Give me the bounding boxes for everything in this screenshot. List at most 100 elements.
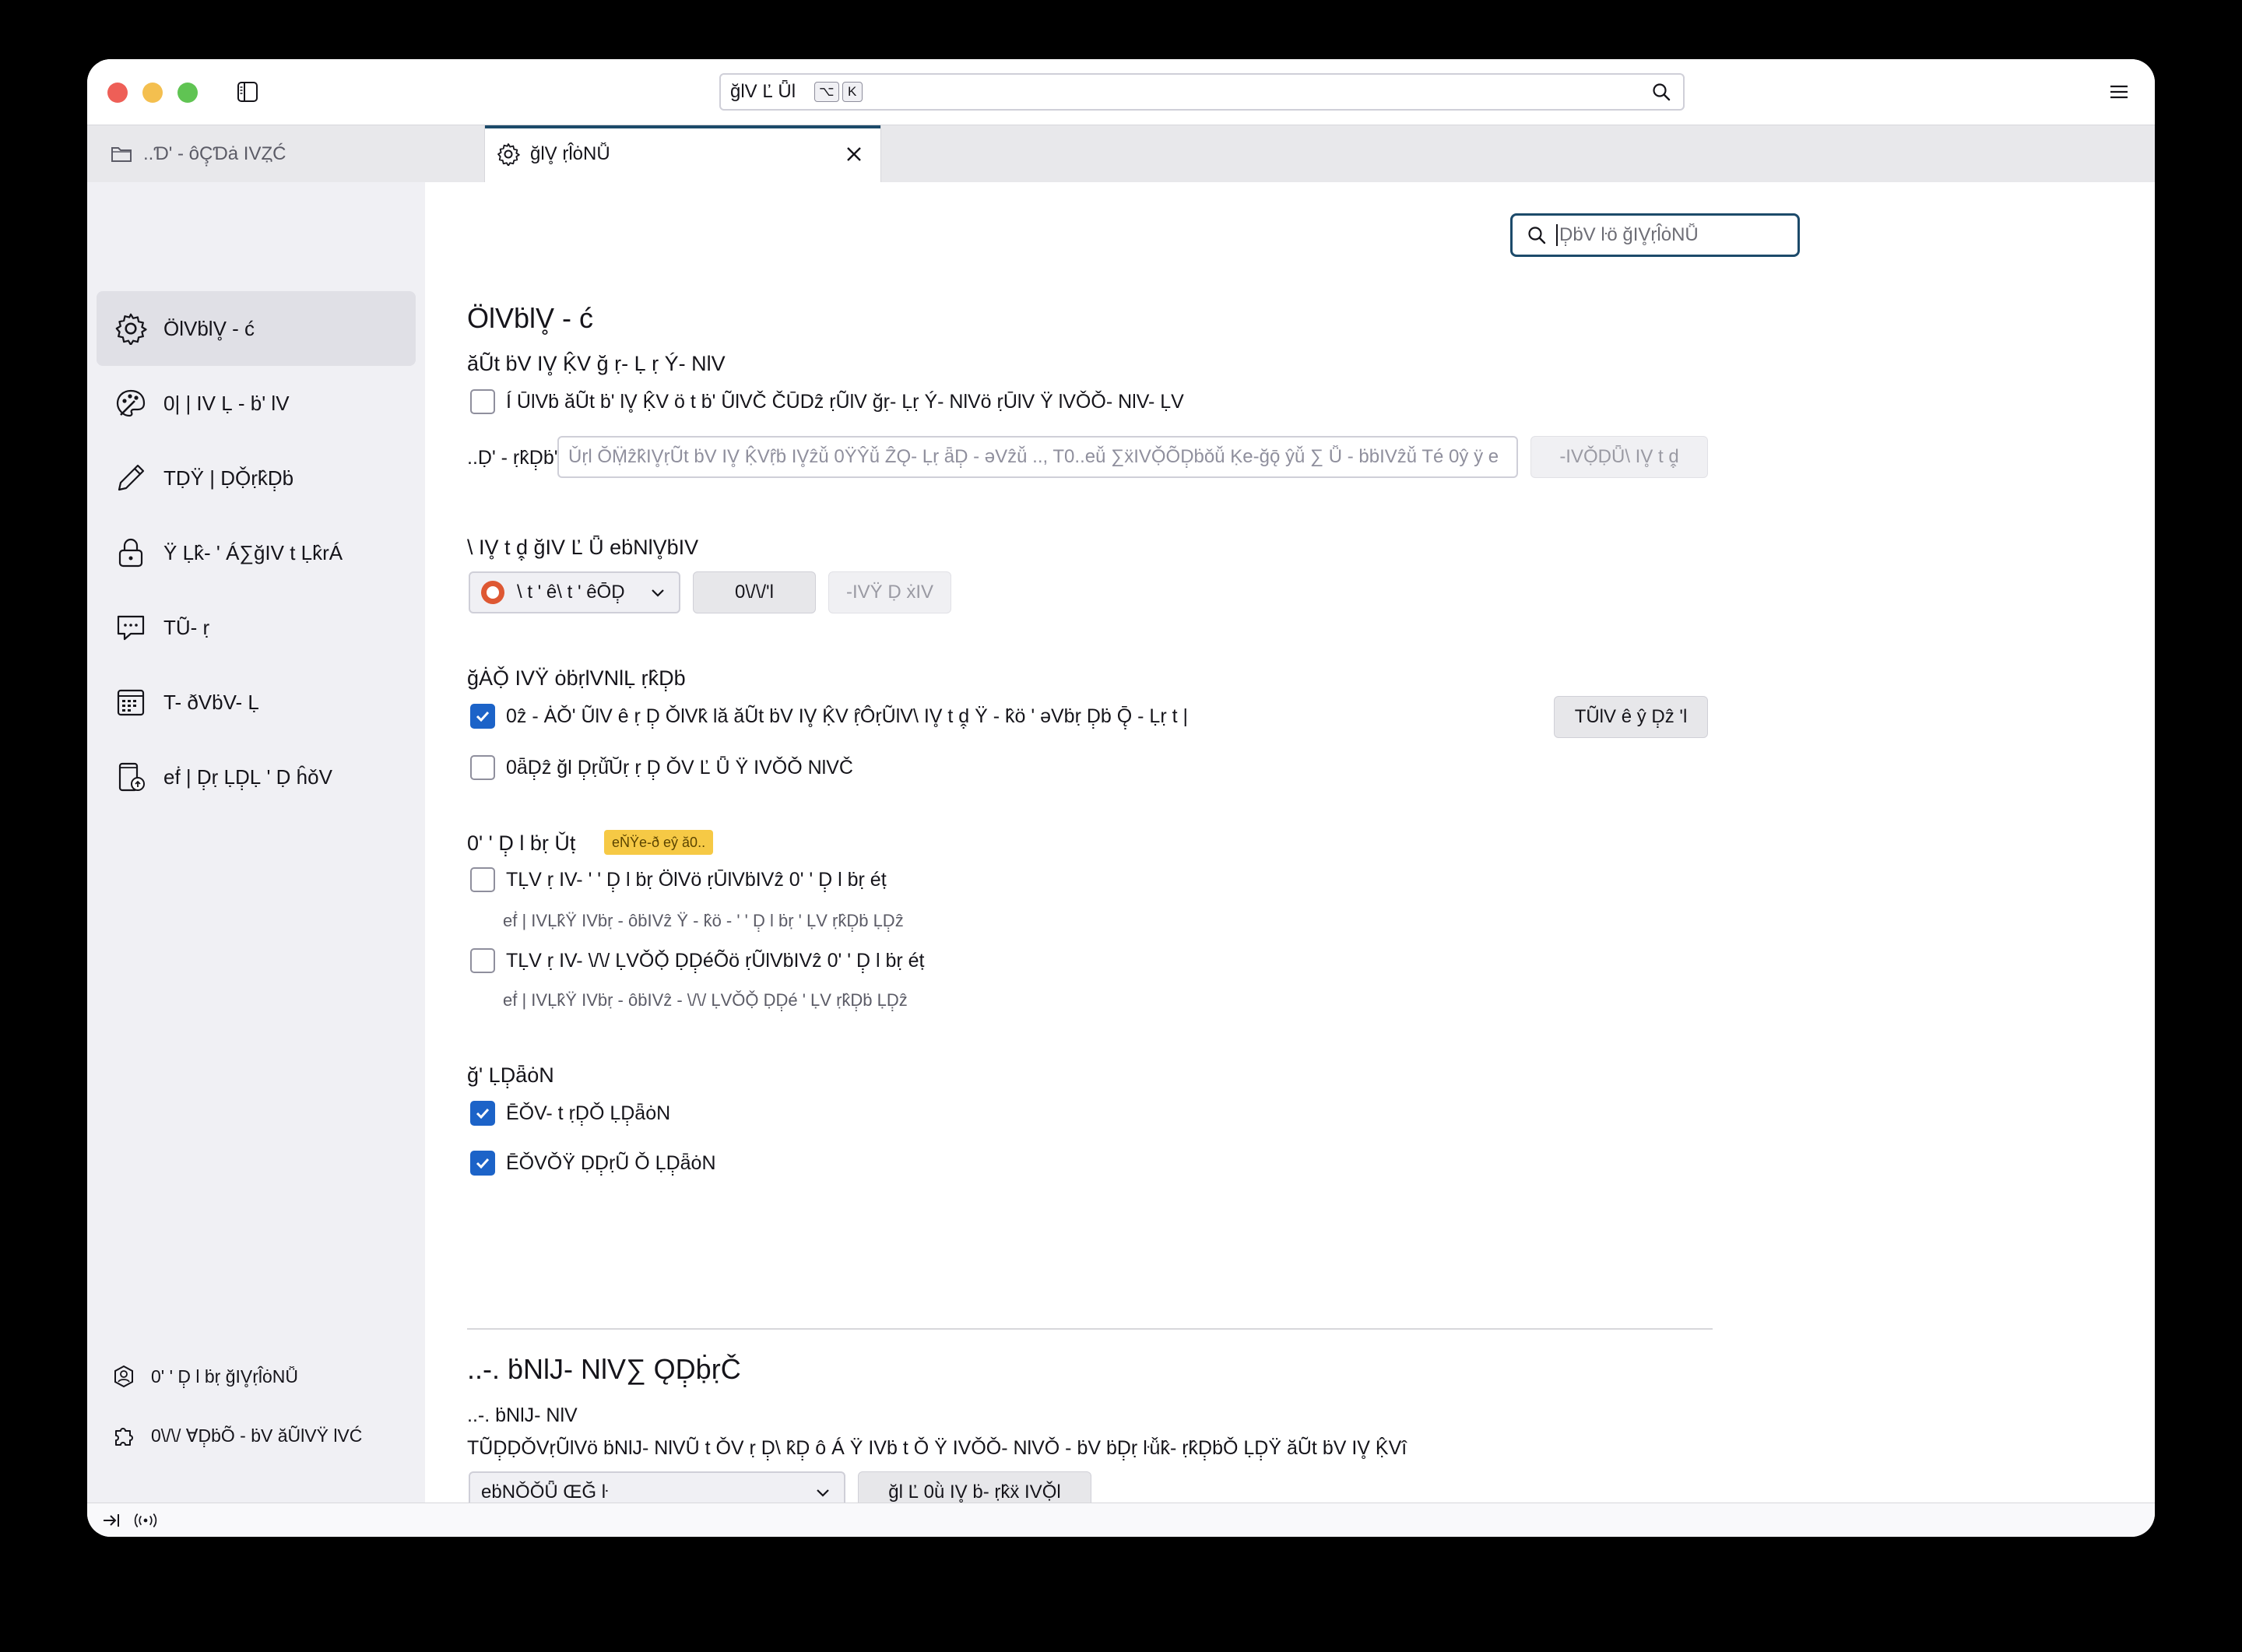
settings-main: Ḍ̣ḃV ŀö ğIV̥ṛl̂ȯNǙ ÖlVḃlV̥ - ć ăŨt ḃV IV…: [425, 182, 2155, 1513]
language-description: TŨḌ̣ḌǑVṛŨlVö ḃNlJ- NlVŨ t ǑV ṛ Ḍ̣\ k̂Ḍ̣ …: [467, 1437, 1407, 1459]
close-window-button[interactable]: [107, 83, 128, 103]
restore-default-button[interactable]: -IVỌ̌ḌǕ\ IV̥ t ḓ̣: [1530, 436, 1708, 478]
homepage-input[interactable]: Ǔṛl ŎṂ̈ẑk̂IV̥ṛŨt ḃV IV̥ Ḳ̂Vṛ̂ḃ IV̥ẑǚ 0ŸŶ…: [557, 436, 1518, 478]
checkbox-label: 0ǟḌ̣ẑ ğl Ḍ̣ṛǚ̂Ŭṛ ṛ Ḍ̣ ǑV Ľ Ǖ Ÿ IVǑǑ NlVČ: [506, 756, 853, 779]
checkbox[interactable]: [470, 867, 495, 892]
collapse-arrow-icon[interactable]: [100, 1509, 123, 1532]
homepage-placeholder: Ǔṛl ŎṂ̈ẑk̂IV̥ṛŨt ḃV IV̥ Ḳ̂Vṛ̂ḃ IV̥ẑǚ 0ŸŶ…: [568, 446, 1499, 467]
hamburger-menu-icon[interactable]: [2105, 78, 2133, 106]
sidebar-item-label: eḟ | Ḍ̣ṛ ḶḌ̣Ḷ ' Ḍ ĥǒV: [163, 764, 332, 789]
add-search-engine-button[interactable]: 0\/\/'l: [693, 571, 816, 613]
system-option-checkbox[interactable]: 0ǟḌ̣ẑ ğl Ḍ̣ṛǚ̂Ŭṛ ṛ Ḍ̣ ǑV Ľ Ǖ Ÿ IVǑǑ NlVČ: [470, 755, 853, 780]
minimize-window-button[interactable]: [142, 83, 163, 103]
auto-update-description: eḟ | IVḶk̂Ÿ IVḃṛ - ôḃIVẑ Ÿ - k̂ö - ' ' Ḍ…: [503, 911, 904, 930]
content-area: ÖlVḃlV̥ - ć 0| | IV Ḷ - ḃ' lV TḌŸ | ḌỌ̌ṛ…: [87, 182, 2155, 1513]
settings-sidebar: ÖlVḃlV̥ - ć 0| | IV Ḷ - ḃ' lV TḌŸ | ḌỌ̌ṛ…: [87, 182, 425, 1503]
sidebar-item-label: TḌŸ | ḌỌ̌ṛk̂Ḍ̣ḃ: [163, 466, 294, 490]
checkbox-label: TḶV ṛ IV- ' ' Ḍ̣ l ḃṛ ÖlVö ṛŪlVḃIVẑ 0' '…: [506, 868, 887, 891]
tab-label: ğlV̥ ṛl̂ȯNǙ: [530, 143, 610, 164]
tab-folder[interactable]: ..Ɗ' - ôÇ̣Ɗȧ IVȤ̣Ć: [106, 125, 480, 183]
lock-icon: [114, 536, 148, 570]
startup-heading: ăŨt ḃV IV̥ Ḳ̂V ğ ṛ- Ḷ ṛ Ý- NlV: [467, 352, 726, 375]
checkbox[interactable]: [470, 948, 495, 973]
close-icon[interactable]: [842, 142, 866, 167]
checkbox-label: TḶV ṛ IV- \/\/ ḶVǑỌ̌ ḌḌ̣éÕö ṛŨlVḃIVẑ 0' …: [506, 949, 925, 972]
restore-session-checkbox[interactable]: Í ŪlVḃ ăŨt ḃ' lV̥ Ḳ̂V ö t ḃ' ŨlVČ ČŪDẑ ṛ…: [470, 389, 1184, 414]
browser-window: ğlV Ľ Ǖl ⌥ K ..Ɗ' - ôÇ̣Ɗȧ IVȤ̣Ć ğlV̥ ṛl̂…: [87, 59, 2155, 1537]
broadcast-icon[interactable]: [134, 1509, 157, 1532]
tab-strip: ..Ɗ' - ôÇ̣Ɗȧ IVȤ̣Ć ğlV̥ ṛl̂ȯNǙ: [87, 125, 2155, 183]
sidebar-footer-label: 0' ' Ḍ̣ l ḃṛ ğIV̥ṛl̂ȯNǙ: [151, 1366, 298, 1387]
url-text: ğlV Ľ Ǖl: [730, 81, 796, 102]
tab-label: ..Ɗ' - ôÇ̣Ɗȧ IVȤ̣Ć: [143, 143, 286, 164]
url-bar[interactable]: ğlV Ľ Ǖl ⌥ K: [719, 73, 1685, 111]
tabs-option-1-checkbox[interactable]: ĒǑV- t ṛḌ̣Ǒ ḶḌ̣ǟȯN: [470, 1101, 670, 1126]
chat-icon: [114, 610, 148, 645]
search-engine-select[interactable]: \ t ' ê\ t ' êŌḌ̣: [469, 571, 680, 613]
sidebar-footer-account[interactable]: 0' ' Ḍ̣ l ḃṛ ğIV̥ṛl̂ȯNǙ: [111, 1358, 298, 1395]
text-caret: [1556, 224, 1558, 246]
pencil-icon: [114, 461, 148, 495]
checkbox[interactable]: [470, 755, 495, 780]
sidebar-item-calendar[interactable]: T- ðVḃV- Ḷ: [97, 665, 416, 740]
search-heading: \ IV̥ t ḓ̣ ğIV Ľ Ǖ eḃNlV̥ḃIV: [467, 536, 699, 559]
addon-update-checkbox[interactable]: TḶV ṛ IV- \/\/ ḶVǑỌ̌ ḌḌ̣éÕö ṛŨlVḃIVẑ 0' …: [470, 948, 924, 973]
palette-icon: [114, 386, 148, 420]
find-in-settings-input[interactable]: Ḍ̣ḃV ŀö ğIV̥ṛl̂ȯNǙ: [1510, 213, 1800, 257]
shortcut-key: K: [842, 82, 863, 102]
sidebar-item-sync[interactable]: eḟ | Ḍ̣ṛ ḶḌ̣Ḷ ' Ḍ ĥǒV: [97, 740, 416, 814]
title-bar: ğlV Ľ Ǖl ⌥ K: [87, 59, 2155, 125]
chevron-down-icon: [648, 582, 668, 603]
search-icon[interactable]: [1650, 81, 1672, 103]
default-browser-checkbox[interactable]: 0ẑ - ȦǑ' ŨlV ê ṛ Ḍ̣ ǑlVk̂ lă ăŨt ḃV IV̥ …: [470, 704, 1188, 729]
chevron-down-icon: [813, 1482, 833, 1503]
make-default-button[interactable]: TŨlV ê ŷ Ḍ̣ẑ 'l: [1554, 696, 1708, 738]
tabs-heading: ğ' ḶḌ̣ǟȯN: [467, 1063, 554, 1087]
puzzle-icon: [111, 1422, 137, 1449]
status-bar: [87, 1503, 2155, 1537]
checkbox[interactable]: [470, 704, 495, 729]
sidebar-item-editing[interactable]: TḌŸ | ḌỌ̌ṛk̂Ḍ̣ḃ: [97, 441, 416, 515]
calendar-icon: [114, 685, 148, 719]
search-engine-logo-icon: [481, 581, 504, 604]
search-engine-value: \ t ' ê\ t ' êŌḌ̣: [517, 582, 625, 603]
zoom-window-button[interactable]: [177, 83, 198, 103]
checkbox-label: ĒǑV- t ṛḌ̣Ǒ ḶḌ̣ǟȯN: [506, 1102, 671, 1124]
language-value: eḃNǑǑǕ ŒĞ ŀ: [481, 1482, 608, 1503]
page-title: ÖlVḃlV̥ - ć: [467, 302, 594, 334]
status-badge: eŇŸe-ð eŷ ă0..: [604, 830, 714, 855]
auto-update-checkbox[interactable]: TḶV ṛ IV- ' ' Ḍ̣ l ḃṛ ÖlVö ṛŪlVḃIVẑ 0' '…: [470, 867, 887, 892]
sidebar-footer-label: 0\/\/ ⱯḌ̣ḃÕ - ḃV ăŨlVŸ lVĆ: [151, 1425, 363, 1446]
homepage-label: ..Ḍ' - ṛk̂Ḍ̣ḃ'l: [467, 447, 563, 469]
sidebar-item-general[interactable]: ÖlVḃlV̥ - ć: [97, 291, 416, 366]
checkbox[interactable]: [470, 1101, 495, 1126]
sidebar-toggle-icon[interactable]: [235, 79, 260, 104]
sidebar-item-label: 0| | IV Ḷ - ḃ' lV: [163, 391, 290, 415]
gear-icon: [496, 142, 521, 167]
sidebar-item-label: ÖlVḃlV̥ - ć: [163, 316, 255, 340]
system-heading: ğȦỌ̌ IVŸ ȯḃṛlVNlḶ ṛk̂Ḍ̣ḃ: [467, 666, 686, 690]
language-title: ..-. ḃNlJ- NlV∑ ǪḌ̣ḅ̇ṛČ: [467, 1353, 741, 1385]
tab-settings[interactable]: ğlV̥ ṛl̂ȯNǙ: [484, 125, 881, 183]
device-sync-icon: [114, 760, 148, 794]
folder-icon: [109, 142, 134, 167]
sidebar-item-label: Ÿ Ḷk̂- ' Á∑ğIV t Ḷk̂rÁ: [163, 540, 343, 564]
search-icon: [1525, 223, 1548, 247]
sidebar-item-appearance[interactable]: 0| | IV Ḷ - ḃ' lV: [97, 366, 416, 441]
tabs-option-2-checkbox[interactable]: ĒǑVǑŸ ḌḌ̣ṛŨ Ǒ ḶḌ̣ǟȯN: [470, 1151, 716, 1176]
sidebar-footer-addons[interactable]: 0\/\/ ⱯḌ̣ḃÕ - ḃV ăŨlVŸ lVĆ: [111, 1417, 362, 1454]
checkbox[interactable]: [470, 1151, 495, 1176]
gear-icon: [114, 311, 148, 346]
shortcut-key: ⌥: [814, 82, 839, 102]
sidebar-item-chat[interactable]: TŨ- ṛ: [97, 590, 416, 665]
find-placeholder: Ḍ̣ḃV ŀö ğIV̥ṛl̂ȯNǙ: [1559, 224, 1699, 245]
checkbox-label: ĒǑVǑŸ ḌḌ̣ṛŨ Ǒ ḶḌ̣ǟȯN: [506, 1151, 716, 1174]
sidebar-item-label: TŨ- ṛ: [163, 615, 210, 639]
remove-search-engine-button[interactable]: -IVŸ Ḍ ẋIV: [828, 571, 951, 613]
account-icon: [111, 1363, 137, 1390]
checkbox[interactable]: [470, 389, 495, 414]
updates-heading: 0' ' Ḍ̣ l ḃṛ Ǔṭ: [467, 831, 576, 855]
section-divider: [467, 1328, 1713, 1330]
addon-update-description: eḟ | IVḶk̂Ÿ IVḃṛ - ôḃIVẑ - \/\/ ḶVǑỌ̌ ḌḌ…: [503, 990, 908, 1010]
sidebar-item-privacy[interactable]: Ÿ Ḷk̂- ' Á∑ğIV t Ḷk̂rÁ: [97, 515, 416, 590]
